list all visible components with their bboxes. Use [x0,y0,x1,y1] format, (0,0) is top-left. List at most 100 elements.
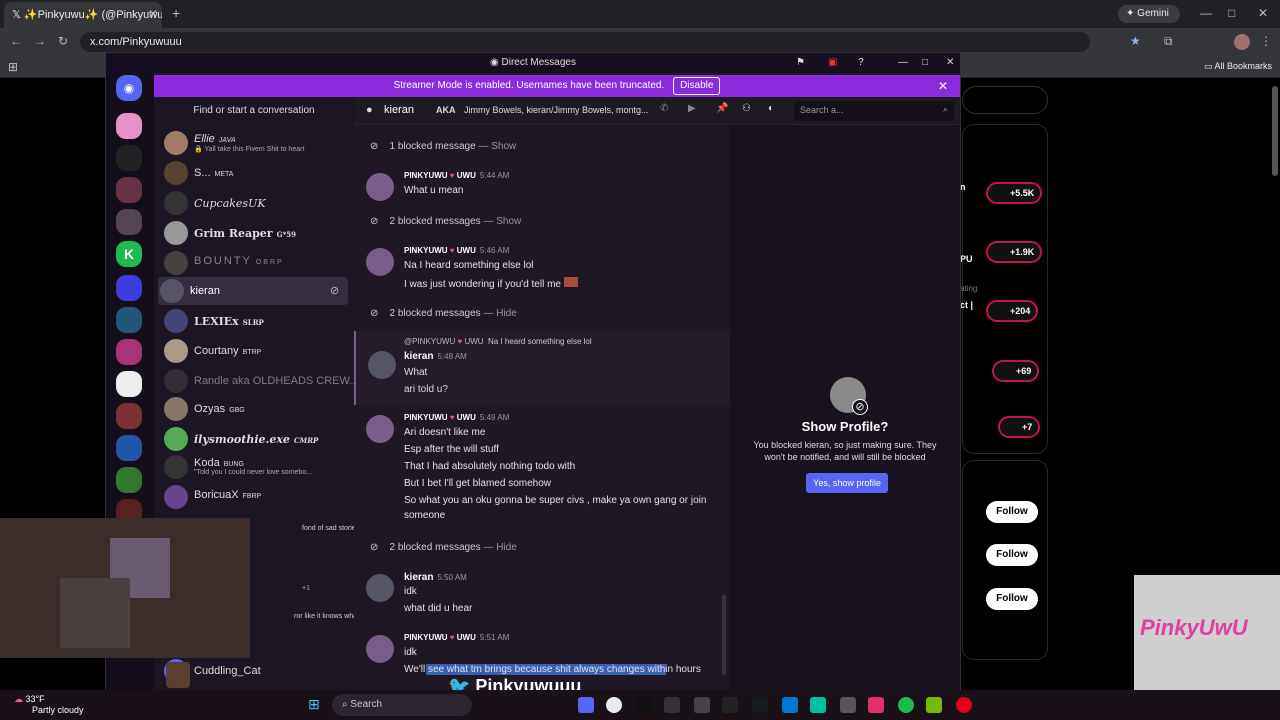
outlook-icon[interactable] [782,697,798,713]
close-banner-icon[interactable]: ✕ [938,75,948,97]
server-icon[interactable] [116,145,142,171]
nvidia-icon[interactable] [926,697,942,713]
windows-start-icon[interactable]: ⊞ [308,696,320,713]
discord-home-icon[interactable]: ◉ [116,75,142,101]
spotify-icon[interactable] [898,697,914,713]
app-taskbar-icon[interactable] [722,697,738,713]
follow-button[interactable]: Follow [986,501,1038,523]
flag-icon[interactable]: ⚑ [796,53,805,73]
apps-icon[interactable]: ⊞ [8,60,18,74]
author-name[interactable]: PINKYUWU [404,413,448,422]
author-name[interactable]: kieran [404,572,433,583]
close-tab-icon[interactable]: ✕ [148,7,158,21]
chat-header-name[interactable]: kieran [384,104,414,116]
gemini-button[interactable]: ✦ Gemini [1118,5,1180,23]
server-icon[interactable] [116,435,142,461]
reply-author[interactable]: @PINKYUWU [404,337,455,346]
dm-item-selected[interactable]: kieran ⊘ [158,277,348,305]
show-link[interactable]: — Show [483,216,521,227]
author-name[interactable]: kieran [404,351,433,362]
video-icon[interactable]: ▶ [688,103,696,114]
profile-avatar[interactable] [1234,34,1250,50]
chat-scrollbar[interactable] [722,595,726,675]
author-name[interactable]: PINKYUWU [404,171,448,180]
hide-link[interactable]: — Hide [483,542,516,553]
reload-icon[interactable]: ↻ [58,34,68,48]
server-icon[interactable] [116,307,142,333]
close-icon[interactable]: ✕ [1258,6,1268,20]
pin-icon[interactable]: 📌 [716,103,728,114]
notification-count[interactable]: +69 [992,360,1040,382]
folder-icon[interactable] [116,275,142,301]
notification-count[interactable]: +7 [998,416,1041,438]
back-icon[interactable]: ← [10,34,22,48]
app-taskbar-icon[interactable] [664,697,680,713]
minimize-icon[interactable]: — [1200,6,1212,20]
forward-icon[interactable]: → [34,34,46,48]
dm-item[interactable]: Grim Reaper G*59 [162,219,348,247]
app-taskbar-icon[interactable] [868,697,884,713]
disable-button[interactable]: Disable [673,77,721,95]
browser-tab[interactable]: 𝕏 ✨Pinkyuwu✨ (@Pinkyuwu... [4,2,162,28]
new-tab-icon[interactable]: + [172,5,180,21]
dm-item[interactable]: LEXIEx SLRP [162,307,348,335]
author-name[interactable]: PINKYUWU [404,246,448,255]
page-scrollbar[interactable] [1272,86,1278,176]
show-link[interactable]: — Show [478,141,516,152]
server-icon[interactable] [116,177,142,203]
maximize-icon[interactable]: □ [1228,6,1235,20]
author-name[interactable]: PINKYUWU [404,633,448,642]
server-icon[interactable] [116,403,142,429]
menu-icon[interactable]: ⋮ [1260,34,1272,48]
server-icon[interactable] [116,209,142,235]
notification-count[interactable]: +5.5K [986,182,1043,204]
call-icon[interactable]: ✆ [660,103,668,114]
add-friends-icon[interactable]: ⚇ [742,103,751,114]
taskbar-search[interactable]: ⌕ Search [332,694,472,716]
dm-item[interactable]: S... META [162,159,348,187]
extensions-icon[interactable]: ⧉ [1164,34,1173,49]
server-icon[interactable]: K [116,241,142,267]
url-field[interactable]: x.com/Pinkyuwuuu [80,32,1090,52]
server-icon[interactable] [116,467,142,493]
blocked-icon[interactable]: ⊘ [330,284,339,297]
screen-share-icon[interactable]: ▣ [828,53,837,73]
bookmark-star-icon[interactable]: ★ [1130,34,1141,48]
dm-item[interactable]: BoricuaX FBRP [162,483,348,511]
epic-games-icon[interactable] [694,697,710,713]
dm-item[interactable]: ilysmoothie.exe CMRP [162,425,348,453]
minimize-icon[interactable]: — [898,53,908,73]
follow-button[interactable]: Follow [986,588,1038,610]
find-conversation-search[interactable]: Find or start a conversation [164,101,344,121]
help-icon[interactable]: ? [858,53,864,73]
all-bookmarks[interactable]: ▭ All Bookmarks [1204,61,1272,72]
hide-link[interactable]: — Hide [483,308,516,319]
chat-search-input[interactable]: Search a... ⌕ [794,101,954,121]
server-icon[interactable] [116,113,142,139]
follow-button[interactable]: Follow [986,544,1038,566]
chrome-taskbar-icon[interactable] [606,697,622,713]
app-taskbar-icon[interactable] [636,697,652,713]
notification-count[interactable]: +1.9K [986,241,1043,263]
weather-widget[interactable]: ☁ 33°F Partly cloudy [14,694,84,715]
dm-item[interactable]: Randle aka OLDHEADS CREW... [162,367,358,395]
app-taskbar-icon[interactable] [810,697,826,713]
dm-item[interactable]: BOUNTY OBRP [162,249,348,277]
dm-item[interactable]: Koda BUNG "Told you I could never love som… [162,453,348,481]
close-icon[interactable]: ✕ [946,53,954,73]
maximize-icon[interactable]: □ [922,53,928,73]
discord-taskbar-icon[interactable] [578,697,594,713]
dm-item[interactable]: CupcakesUK [162,189,348,217]
app-taskbar-icon[interactable] [956,697,972,713]
profile-icon[interactable]: ◐ [768,103,774,114]
dm-item[interactable]: Ellie JAVA 🔒 Yall take this Fivem Shit to … [162,129,348,157]
server-icon[interactable] [116,371,142,397]
dm-item[interactable]: Ozyas GBG [162,395,348,423]
twitter-search-box[interactable] [962,86,1048,114]
app-taskbar-icon[interactable] [840,697,856,713]
notification-count[interactable]: +204 [986,300,1039,322]
show-profile-button[interactable]: Yes, show profile [806,473,888,493]
dm-item[interactable]: Courtany BTRP [162,337,348,365]
steam-icon[interactable] [752,697,768,713]
server-icon[interactable] [116,339,142,365]
